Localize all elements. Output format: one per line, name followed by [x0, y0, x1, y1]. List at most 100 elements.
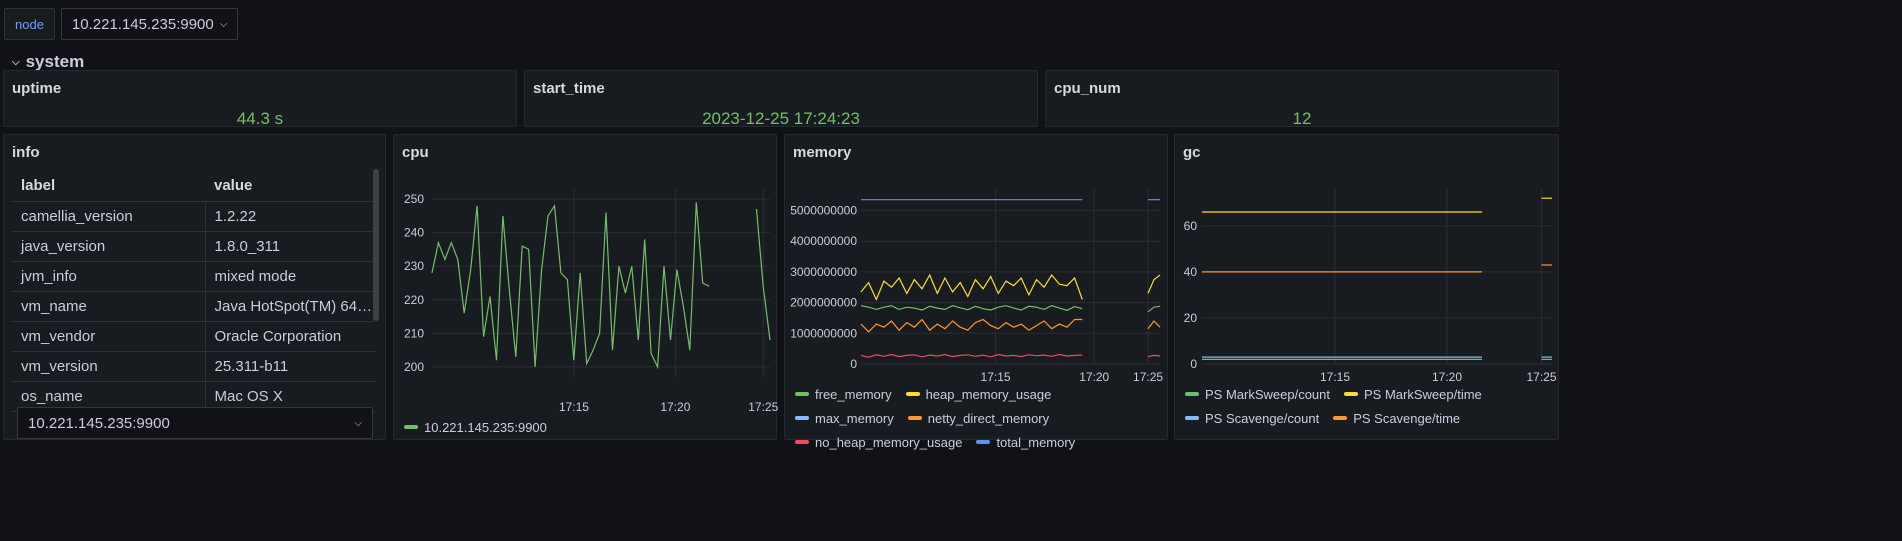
stat-panel-cpu-num: cpu_num 12: [1045, 70, 1559, 128]
table-scrollbar[interactable]: [373, 169, 379, 321]
stat-value: 12: [1292, 109, 1312, 128]
y-tick-label: 220: [404, 293, 424, 307]
cell-value: 1.2.22: [205, 201, 375, 232]
gc-panel: gc 60 40 20 0 17:15 17:20 17:25 PS MarkSweep/c…: [1174, 134, 1559, 440]
cell-value: Oracle Corporation: [205, 321, 375, 352]
cell-label: vm_version: [12, 351, 206, 382]
info-table: label value camellia_version 1.2.22 java_…: [12, 171, 375, 412]
y-tick-label: 210: [404, 326, 424, 340]
legend-item[interactable]: PS Scavenge/count: [1185, 408, 1319, 428]
legend-label: no_heap_memory_usage: [815, 434, 963, 450]
table-row: vm_nameJava HotSpot(TM) 64-Bit Ser…: [12, 291, 375, 322]
legend-label: PS MarkSweep/count: [1205, 386, 1331, 402]
cell-value: mixed mode: [205, 261, 375, 292]
series-line: [1147, 320, 1161, 330]
legend-item[interactable]: PS MarkSweep/time: [1344, 384, 1482, 404]
y-tick-label: 0: [1190, 357, 1197, 371]
memory-panel: memory 5000000000 4000000000 3000000000 200…: [784, 134, 1168, 450]
column-header-label[interactable]: label: [12, 171, 205, 202]
x-tick-label: 17:20: [1432, 370, 1462, 384]
legend-swatch: [1185, 392, 1199, 396]
legend-swatch: [1344, 392, 1359, 396]
series-line: [1147, 305, 1161, 313]
legend-swatch: [905, 392, 920, 396]
cell-value: 1.8.0_311: [205, 231, 375, 262]
legend-item[interactable]: heap_memory_usage: [905, 384, 1052, 404]
table-row: jvm_info mixed mode: [12, 261, 375, 292]
legend-label: free_memory: [815, 386, 892, 402]
cpu-chart[interactable]: 250 240 230 220 210 200 17:15 17:20 17:25: [394, 135, 778, 441]
legend-item[interactable]: PS Scavenge/time: [1333, 408, 1460, 428]
row-header-system[interactable]: ⌵ system: [12, 52, 84, 72]
cell-label: java_version: [12, 231, 206, 262]
y-tick-label: 3000000000: [790, 265, 857, 279]
y-tick-label: 40: [1184, 265, 1198, 279]
panel-title: start_time: [533, 80, 605, 97]
node-variable-value: 10.221.145.235:9900: [71, 15, 214, 33]
cell-value: Java HotSpot(TM) 64-Bit Ser…: [205, 291, 375, 322]
gc-legend: PS MarkSweep/count PS MarkSweep/time PS Sc…: [1185, 384, 1549, 428]
y-tick-label: 20: [1184, 311, 1198, 325]
variable-bar: node 10.221.145.235:9900 ⌵: [4, 8, 239, 40]
cell-value: 25.311-b11: [205, 351, 375, 382]
chevron-down-icon: ⌵: [219, 18, 228, 30]
x-tick-label: 17:15: [1320, 370, 1350, 384]
x-tick-label: 17:15: [981, 370, 1011, 384]
stat-panel-uptime: uptime 44.3 s: [3, 70, 517, 128]
legend-label: PS Scavenge/time: [1353, 410, 1461, 426]
y-tick-label: 200: [404, 360, 424, 374]
cell-label: vm_vendor: [12, 321, 206, 352]
series-line: [860, 273, 1083, 302]
legend-item[interactable]: 10.221.145.235:9900: [404, 417, 547, 437]
x-tick-label: 17:15: [559, 400, 589, 414]
legend-label: heap_memory_usage: [925, 386, 1052, 402]
stat-panel-start-time: start_time 2023-12-25 17:24:23: [524, 70, 1038, 128]
column-header-value[interactable]: value: [205, 171, 375, 202]
legend-item[interactable]: max_memory: [795, 408, 894, 428]
x-tick-label: 17:25: [1133, 370, 1163, 384]
table-row: java_version 1.8.0_311: [12, 231, 375, 262]
x-tick-label: 17:25: [1526, 370, 1556, 384]
stat-value: 2023-12-25 17:24:23: [702, 109, 860, 128]
x-tick-label: 17:25: [748, 400, 778, 414]
series-line: [1147, 274, 1161, 294]
info-panel: info label value camellia_version 1.2.22 …: [3, 134, 386, 440]
row-title: system: [25, 52, 85, 71]
series-line: [860, 305, 1083, 311]
footer-node-select[interactable]: 10.221.145.235:9900 ⌵: [17, 407, 373, 439]
legend-swatch: [907, 416, 922, 420]
legend-label: max_memory: [815, 410, 894, 426]
y-tick-label: 4000000000: [790, 234, 857, 248]
series-line: [431, 202, 710, 370]
panel-title: uptime: [12, 80, 62, 97]
legend-swatch: [1333, 416, 1348, 420]
table-header-row: label value: [12, 171, 375, 202]
node-variable-select[interactable]: 10.221.145.235:9900 ⌵: [60, 8, 239, 40]
table-row: vm_vendor Oracle Corporation: [12, 321, 375, 352]
memory-legend: free_memory heap_memory_usage max_memory ne…: [795, 384, 1159, 452]
legend-swatch: [404, 425, 418, 429]
legend-swatch: [1185, 416, 1199, 420]
legend-item[interactable]: no_heap_memory_usage: [795, 432, 962, 452]
chevron-down-icon: ⌵: [12, 56, 20, 68]
node-variable-label: node: [4, 8, 55, 40]
series-line: [1147, 354, 1161, 358]
y-tick-label: 5000000000: [790, 203, 857, 217]
x-tick-label: 17:20: [1079, 370, 1109, 384]
panel-title: cpu_num: [1054, 80, 1121, 97]
legend-item[interactable]: PS MarkSweep/count: [1185, 384, 1330, 404]
legend-label: 10.221.145.235:9900: [424, 419, 547, 435]
legend-item[interactable]: free_memory: [795, 384, 892, 404]
cell-label: vm_name: [12, 291, 206, 322]
cpu-legend: 10.221.145.235:9900: [404, 417, 768, 437]
series-line: [860, 318, 1083, 333]
table-row: vm_version 25.311-b11: [12, 351, 375, 382]
y-tick-label: 240: [404, 226, 424, 240]
y-tick-label: 2000000000: [790, 296, 857, 310]
legend-swatch: [795, 392, 809, 396]
legend-swatch: [795, 416, 809, 420]
legend-label: total_memory: [996, 434, 1076, 450]
legend-item[interactable]: total_memory: [976, 432, 1075, 452]
table-row: camellia_version 1.2.22: [12, 201, 375, 232]
legend-item[interactable]: netty_direct_memory: [907, 408, 1049, 428]
